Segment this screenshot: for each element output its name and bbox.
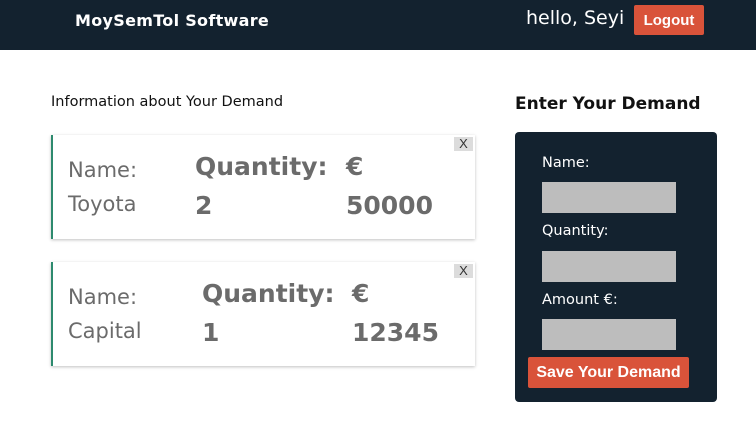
top-navbar: MoySemTol Software hello, Seyi Logout [0, 0, 756, 50]
amount-input[interactable] [542, 319, 676, 350]
quantity-label: Quantity: [202, 279, 335, 308]
name-field-label: Name: [542, 155, 590, 171]
currency-symbol: € [346, 152, 364, 181]
close-card-button[interactable]: X [454, 137, 473, 151]
quantity-field-label: Quantity: [542, 223, 609, 239]
demand-card: X Name: Toyota Quantity: 2 € 50000 [51, 135, 475, 239]
quantity-input[interactable] [542, 251, 676, 282]
name-value: Toyota [68, 192, 137, 216]
name-label: Name: [68, 285, 138, 309]
save-demand-button[interactable]: Save Your Demand [528, 357, 689, 388]
name-value: Capital [68, 319, 142, 343]
name-label: Name: [68, 158, 138, 182]
demands-section-title: Information about Your Demand [51, 94, 284, 110]
quantity-label: Quantity: [195, 152, 328, 181]
greeting-text: hello, Seyi [526, 7, 625, 29]
logout-button[interactable]: Logout [634, 5, 704, 35]
form-title: Enter Your Demand [515, 94, 701, 114]
demand-card: X Name: Capital Quantity: 1 € 12345 [51, 262, 475, 366]
close-card-button[interactable]: X [454, 264, 473, 278]
brand-title: MoySemTol Software [75, 11, 270, 30]
amount-value: 12345 [352, 318, 439, 347]
demand-form-panel: Name: Quantity: Amount €: Save Your Dema… [515, 132, 717, 402]
quantity-value: 1 [202, 318, 220, 347]
amount-field-label: Amount €: [542, 292, 618, 308]
quantity-value: 2 [195, 191, 213, 220]
currency-symbol: € [352, 279, 370, 308]
name-input[interactable] [542, 182, 676, 213]
amount-value: 50000 [346, 191, 433, 220]
